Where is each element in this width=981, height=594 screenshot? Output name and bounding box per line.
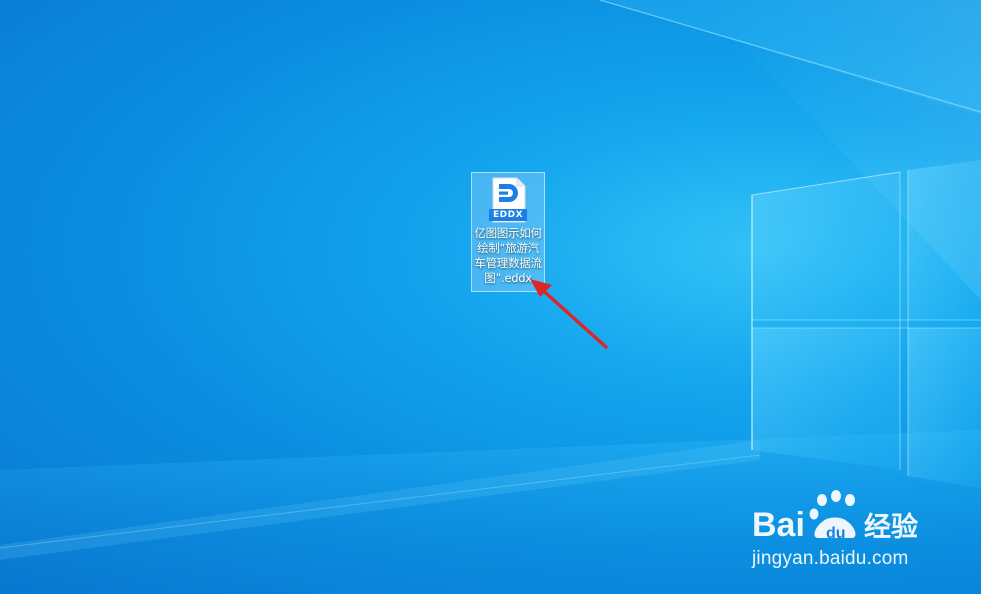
baidu-jingyan-watermark: Bai du 经验 jingyan.baidu.com [752,488,932,578]
watermark-url: jingyan.baidu.com [752,548,909,569]
desktop[interactable]: EDDX 亿图图示如何绘制“旅游汽车管理数据流图”.eddx Bai du 经验… [0,0,981,594]
watermark-logo-text-jingyan: 经验 [864,511,918,543]
svg-text:du: du [826,525,846,542]
desktop-file-icon[interactable]: EDDX 亿图图示如何绘制“旅游汽车管理数据流图”.eddx [471,172,545,292]
file-badge-text: EDDX [492,210,524,220]
baidu-paw-icon: Bai du 经验 [752,490,918,544]
watermark-logo-text-bai: Bai [752,506,805,544]
file-name-label: 亿图图示如何绘制“旅游汽车管理数据流图”.eddx [474,226,542,285]
